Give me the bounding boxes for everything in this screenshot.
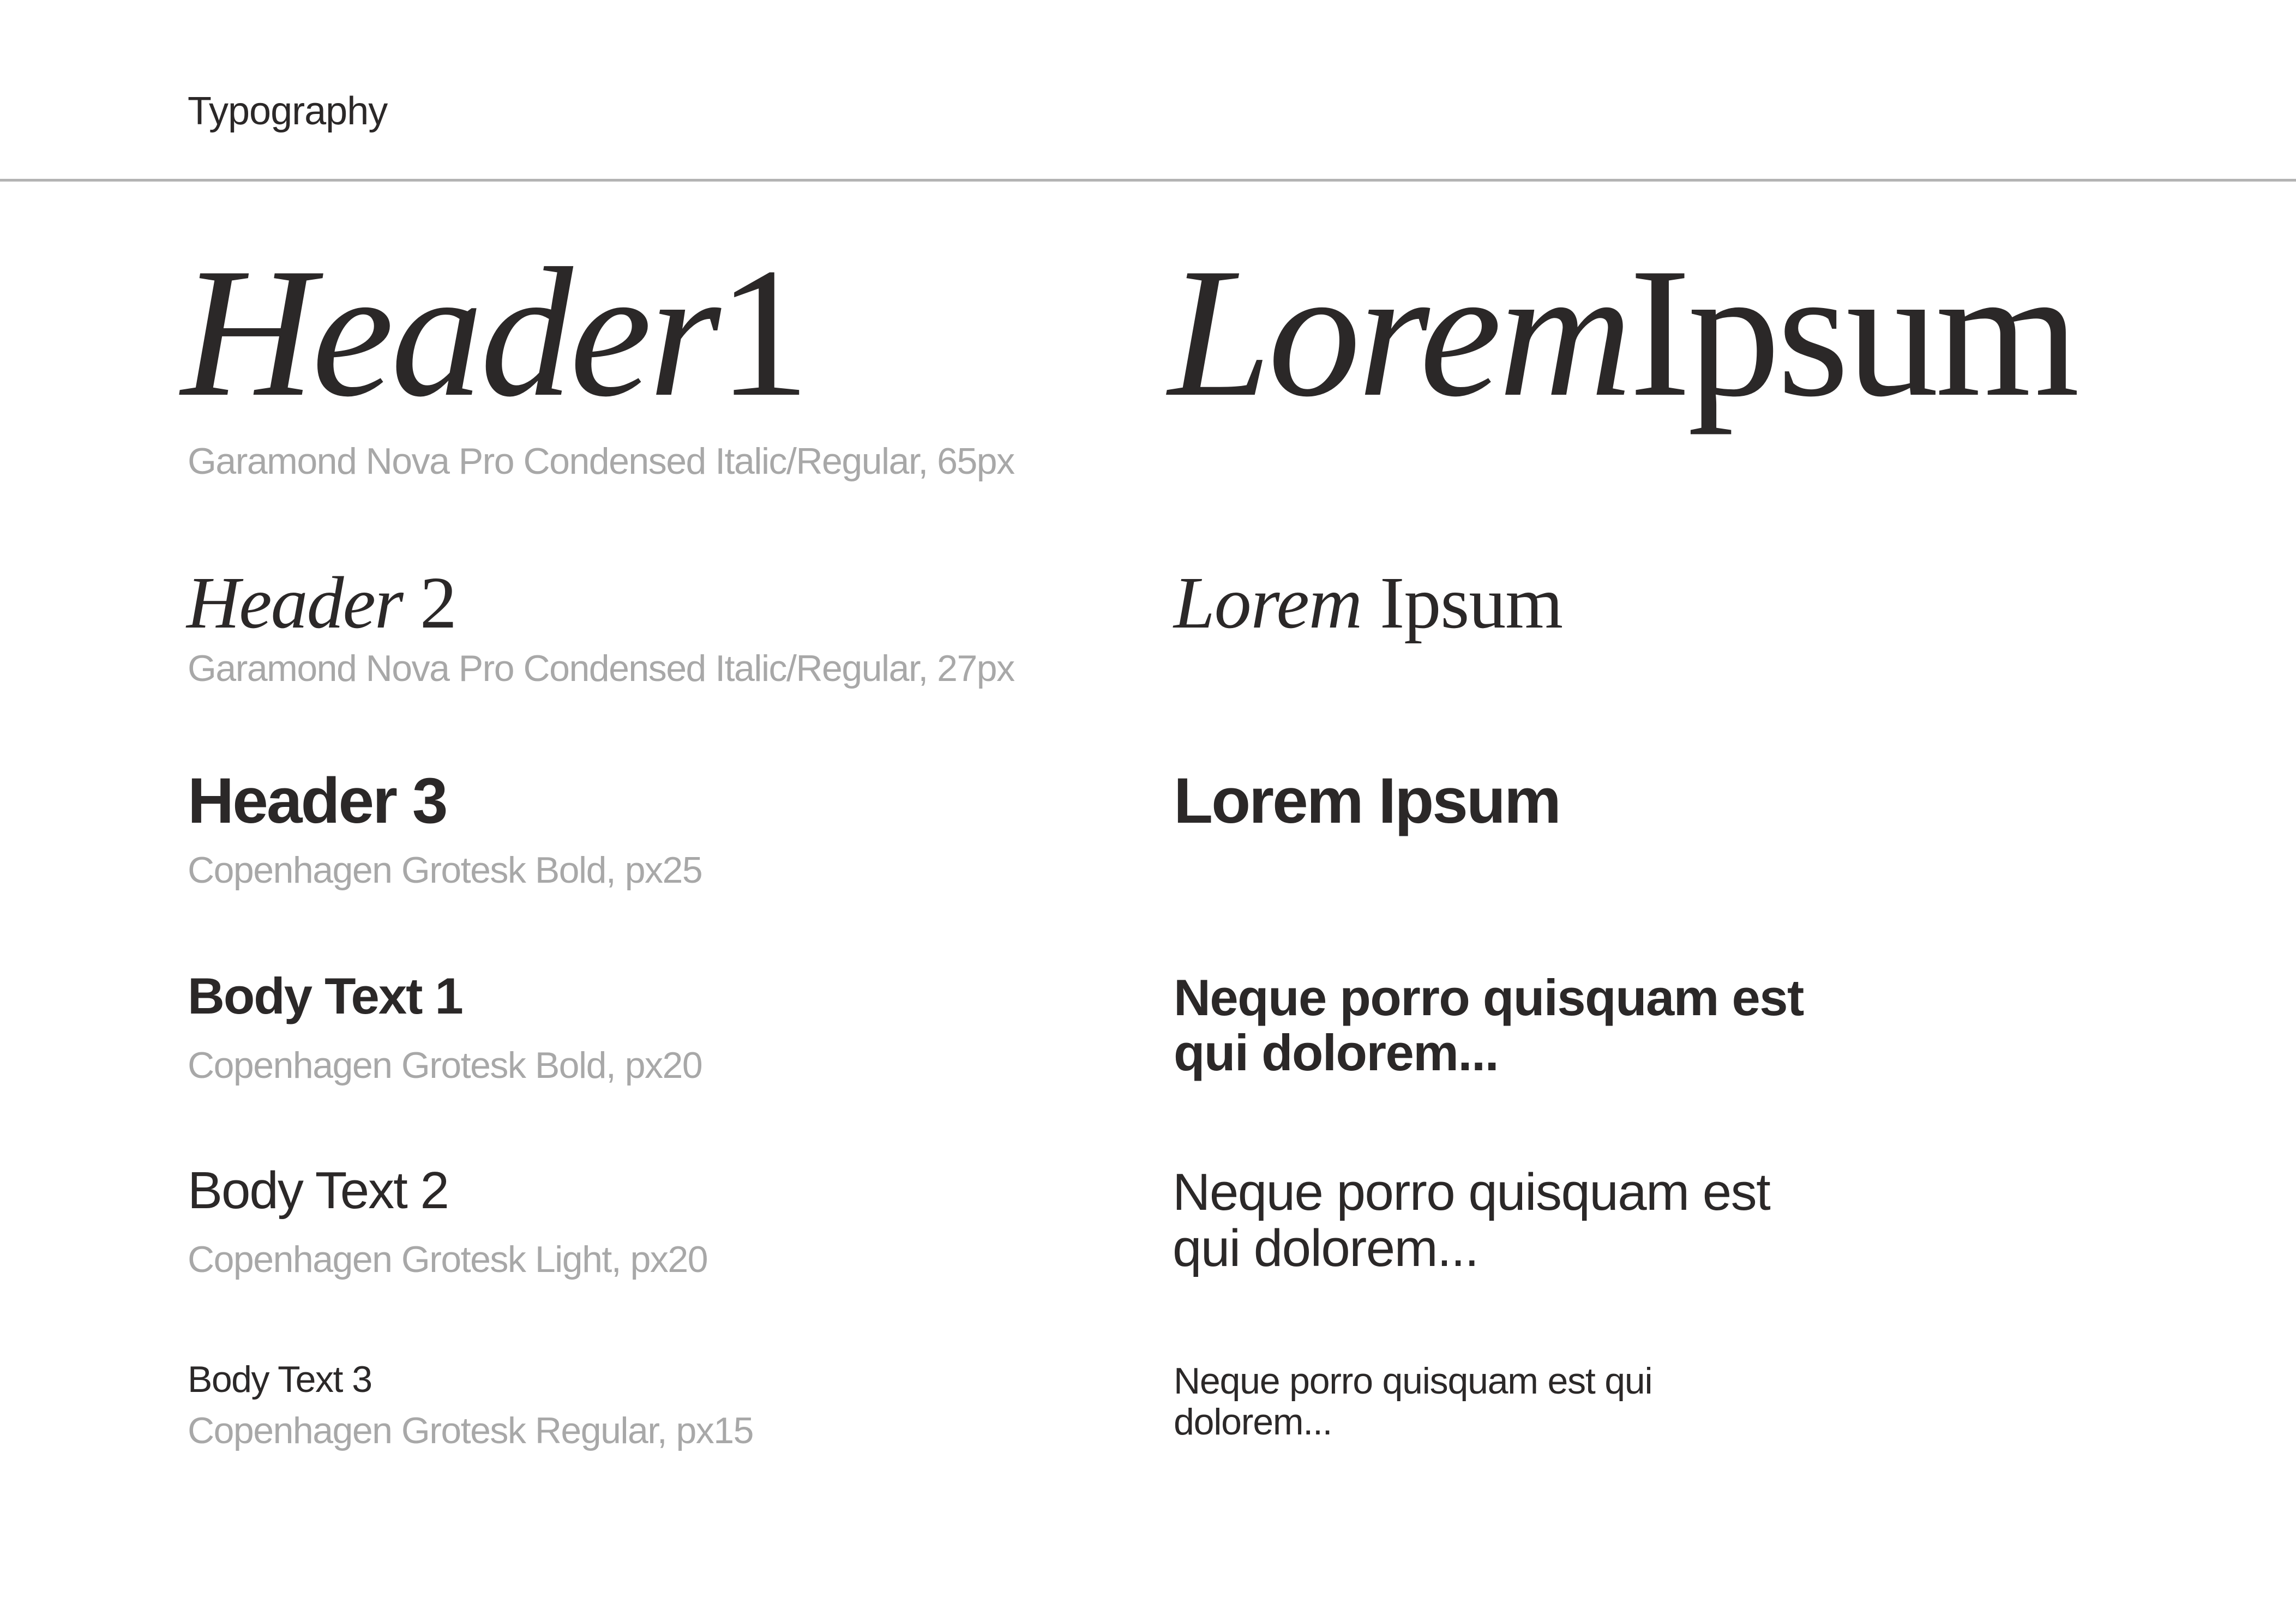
- header1-caption: Garamond Nova Pro Condensed Italic/Regul…: [188, 441, 1015, 482]
- header3-label: Header 3: [188, 765, 448, 837]
- body2-label: Body Text 2: [188, 1161, 449, 1220]
- header2-label-regular: 2: [402, 562, 457, 644]
- body1-sample: Neque porro quisquam est qui dolorem...: [1174, 969, 1804, 1081]
- header1-label-regular: 1: [717, 230, 810, 435]
- header3-sample: Lorem Ipsum: [1174, 765, 1561, 837]
- body2-caption: Copenhagen Grotesk Light, px20: [188, 1239, 708, 1280]
- header2-sample-regular: Ipsum: [1362, 562, 1563, 644]
- body3-sample: Neque porro quisquam est qui dolorem...: [1174, 1360, 1653, 1443]
- header2-caption: Garamond Nova Pro Condensed Italic/Regul…: [188, 648, 1015, 689]
- header2-sample: Lorem Ipsum: [1174, 566, 1563, 640]
- header2-sample-italic: Lorem: [1174, 562, 1362, 644]
- header1-sample-italic: Lorem: [1168, 230, 1632, 435]
- body3-caption: Copenhagen Grotesk Regular, px15: [188, 1410, 754, 1451]
- body1-label: Body Text 1: [188, 967, 464, 1024]
- body1-caption: Copenhagen Grotesk Bold, px20: [188, 1045, 703, 1086]
- header1-sample-regular: Ipsum: [1629, 230, 2079, 435]
- header3-caption: Copenhagen Grotesk Bold, px25: [188, 849, 703, 891]
- header1-label: Header1: [181, 240, 810, 425]
- page-title: Typography: [188, 89, 388, 133]
- header1-sample: LoremIpsum: [1168, 240, 2079, 425]
- header1-label-italic: Header: [181, 230, 721, 435]
- body3-label: Body Text 3: [188, 1359, 372, 1400]
- header2-label-italic: Header: [187, 562, 404, 644]
- body2-sample: Neque porro quisquam est qui dolorem...: [1173, 1163, 1771, 1277]
- header-divider: [0, 179, 2296, 182]
- header2-label: Header 2: [187, 566, 457, 640]
